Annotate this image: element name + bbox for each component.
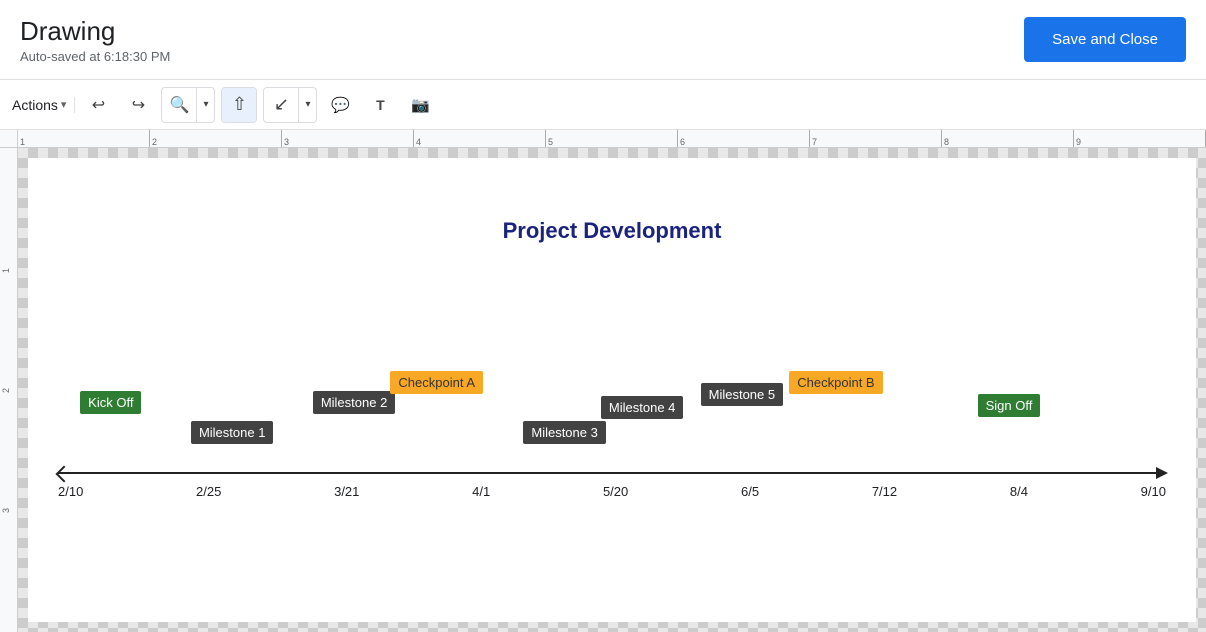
ruler-ticks-top: 1 2 3 4 5 6 7 8 9 [18,130,1206,148]
ruler-tick: 9 [1074,130,1206,148]
image-button[interactable]: 📷 [403,88,437,122]
drawing-inner: Project Development Kick Off Milestone 1… [28,158,1196,622]
milestone2: Milestone 2 [313,391,395,414]
drawing-canvas[interactable]: Project Development Kick Off Milestone 1… [18,148,1206,632]
date-label: 4/1 [472,484,490,499]
select-button[interactable]: ⇧ [222,88,256,122]
comment-button[interactable]: 💬 [323,88,357,122]
redo-button[interactable]: ↪ [121,88,155,122]
chart-title: Project Development [58,218,1166,244]
ruler-side: 1 2 3 [0,148,18,632]
ruler-tick: 1 [18,130,150,148]
header: Drawing Auto-saved at 6:18:30 PM Save an… [0,0,1206,80]
date-label: 9/10 [1141,484,1166,499]
checkpointa-milestone: Checkpoint A [390,371,483,394]
actions-chevron-icon: ▾ [61,98,67,111]
milestone5: Milestone 5 [701,383,783,406]
date-label: 2/25 [196,484,221,499]
line-chevron-icon[interactable]: ▾ [298,88,316,122]
canvas-area: 1 2 3 4 5 6 7 8 9 1 2 3 Project Developm… [0,130,1206,632]
zoom-group: 🔍 ▾ [161,87,215,123]
date-labels: 2/10 2/25 3/21 4/1 5/20 6/5 7/12 8/4 9/1… [58,484,1166,499]
toolbar: Actions ▾ ↩ ↪ 🔍 ▾ ⇧ ↙ ▾ 💬 T 📷 [0,80,1206,130]
date-label: 6/5 [741,484,759,499]
milestone1: Milestone 1 [191,421,273,444]
date-label: 5/20 [603,484,628,499]
kickoff-milestone: Kick Off [80,391,141,414]
timeline-axis [58,472,1166,474]
autosave-status: Auto-saved at 6:18:30 PM [20,49,170,64]
wordart-button[interactable]: T [363,88,397,122]
date-label: 8/4 [1010,484,1028,499]
timeline-items: Kick Off Milestone 1 Milestone 2 Checkpo… [58,264,1166,514]
app-title: Drawing [20,16,170,47]
ruler-tick: 7 [810,130,942,148]
ruler-tick: 6 [678,130,810,148]
ruler-corner [0,130,18,148]
date-label: 7/12 [872,484,897,499]
actions-label: Actions [12,97,58,113]
milestone4: Milestone 4 [601,396,683,419]
milestone3: Milestone 3 [523,421,605,444]
zoom-button[interactable]: 🔍 [162,88,196,122]
timeline-container: Project Development Kick Off Milestone 1… [58,218,1166,592]
ruler-tick: 5 [546,130,678,148]
save-close-button[interactable]: Save and Close [1024,17,1186,62]
zoom-chevron-icon[interactable]: ▾ [196,88,214,122]
ruler-tick: 3 [282,130,414,148]
checkpointb-milestone: Checkpoint B [789,371,882,394]
ruler-top: 1 2 3 4 5 6 7 8 9 [18,130,1206,148]
date-label: 2/10 [58,484,83,499]
select-group: ⇧ [221,87,257,123]
line-button[interactable]: ↙ [264,88,298,122]
header-left: Drawing Auto-saved at 6:18:30 PM [20,16,170,64]
signoff-milestone: Sign Off [978,394,1041,417]
ruler-tick: 8 [942,130,1074,148]
ruler-tick: 4 [414,130,546,148]
date-label: 3/21 [334,484,359,499]
actions-menu[interactable]: Actions ▾ [12,97,75,113]
undo-button[interactable]: ↩ [81,88,115,122]
ruler-tick: 2 [150,130,282,148]
line-group: ↙ ▾ [263,87,317,123]
